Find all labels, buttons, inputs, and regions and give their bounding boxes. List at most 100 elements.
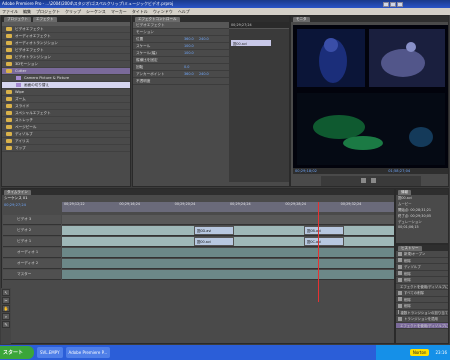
tree-item[interactable]: ズーム (2, 96, 130, 103)
info-panel: 情報 図00.avi ムービー 開始点: 00;28;31;21 終了点: 00;29… (395, 188, 449, 244)
effect-property-row[interactable]: 回転 0.0 (133, 64, 229, 71)
clock: 23:16 (435, 350, 447, 355)
tab-history[interactable]: ヒストリー (398, 246, 422, 251)
effect-property-label: 位置 (136, 36, 144, 41)
tree-item[interactable]: Camera Picture & Picture (2, 75, 130, 82)
track-lane[interactable] (62, 215, 394, 225)
tree-item[interactable]: 画面の切り替え (2, 82, 130, 89)
timeline-clip[interactable]: 図0B.avi (304, 226, 344, 235)
menu-edit[interactable]: 編集 (23, 9, 31, 15)
track-header[interactable]: オーディオ 1 (3, 248, 61, 258)
effect-property-row[interactable]: 縦横比を固定 (133, 57, 229, 64)
timeline-track: ビデオ 1 図00.avi 図0C.avi (3, 237, 394, 247)
effect-property-row[interactable]: アンカーポイント 360.0 240.0 (133, 71, 229, 78)
track-lane[interactable] (62, 248, 394, 258)
track-lane[interactable] (62, 259, 394, 269)
effect-property-row[interactable]: スケール 100.0 (133, 43, 229, 50)
effect-property-row[interactable]: スケール(幅) 100.0 (133, 50, 229, 57)
taskbar-app-premiere[interactable]: Adobe Premiere P... (65, 347, 111, 358)
tree-item-label: スペシャルエフェクト (15, 110, 51, 115)
history-step-icon (398, 264, 402, 269)
norton-icon[interactable]: Norton (409, 349, 430, 356)
hand-tool-icon[interactable]: ✋ (2, 305, 10, 312)
tree-item[interactable]: オーディオトランジション (2, 40, 130, 47)
tree-item[interactable]: マップ (2, 145, 130, 152)
tree-item[interactable]: ビデオトランジション (2, 54, 130, 61)
history-step-icon (398, 277, 402, 282)
tab-timeline[interactable]: タイムライン (4, 190, 31, 195)
tree-item[interactable]: ストレッチ (2, 117, 130, 124)
maximize-button[interactable] (390, 1, 396, 7)
menu-clip[interactable]: クリップ (65, 9, 81, 15)
tree-item-label: Cutter (15, 69, 27, 73)
timeline-clip[interactable]: 図0C.avi (304, 237, 344, 246)
menu-file[interactable]: ファイル (2, 9, 18, 15)
tree-item-label: オーディオトランジション (15, 40, 58, 45)
tree-item[interactable]: ページピール (2, 124, 130, 131)
effect-property-value[interactable]: 360.0 (184, 72, 199, 76)
menu-title[interactable]: タイトル (132, 9, 148, 15)
track-lane[interactable]: 図00.avi 図0C.avi (62, 237, 394, 247)
track-header[interactable]: ビデオ 3 (3, 215, 61, 225)
timeline-ruler[interactable]: 00;29;12;22 00;29;16;24 00;29;20;24 00;29;2… (62, 202, 394, 212)
history-item-label: トランジションを適用 (404, 317, 438, 322)
track-header[interactable]: オーディオ 2 (3, 259, 61, 269)
track-header[interactable]: ビデオ 1 (3, 237, 61, 247)
close-button[interactable] (397, 1, 403, 7)
tree-item[interactable]: Cutter (2, 68, 130, 75)
menu-help[interactable]: ヘルプ (178, 9, 190, 15)
tree-item[interactable]: ビデオエフェクト (2, 47, 130, 54)
effect-property-value-2[interactable]: 240.0 (199, 72, 214, 76)
effect-property-value[interactable]: 360.0 (184, 37, 199, 41)
timeline-clip[interactable]: 図0D.avi (194, 226, 234, 235)
minimize-button[interactable] (383, 1, 389, 7)
effect-property-row[interactable]: 不透明度 (133, 78, 229, 85)
effect-icon (16, 76, 21, 80)
tree-item[interactable]: 3Dモーション (2, 61, 130, 68)
razor-tool-icon[interactable]: ✂ (2, 297, 10, 304)
start-button[interactable]: スタート (0, 346, 34, 359)
effect-property-row[interactable]: 位置 360.0 240.0 (133, 36, 229, 43)
sequence-name[interactable]: シーケンス 01 (4, 196, 28, 201)
track-header[interactable]: ビデオ 2 (3, 226, 61, 236)
tree-item[interactable]: ビデオエフェクト (2, 26, 130, 33)
language-indicator[interactable]: SVL.EMPY (37, 347, 63, 358)
play-icon[interactable] (361, 178, 366, 183)
tab-monitor[interactable]: モニタ (293, 17, 310, 22)
tab-project[interactable]: プロジェクト (4, 17, 31, 22)
tree-item[interactable]: スライド (2, 103, 130, 110)
effect-property-row[interactable]: ビデオエフェクト (133, 22, 229, 29)
timeline-clip[interactable]: 図00.avi (194, 237, 234, 246)
pen-tool-icon[interactable]: ✎ (2, 321, 10, 328)
effect-property-value-2[interactable]: 240.0 (199, 37, 214, 41)
menu-sequence[interactable]: シーケンス (86, 9, 106, 15)
effect-property-label: モーション (136, 29, 154, 34)
menu-window[interactable]: ウィンドウ (153, 9, 173, 15)
track-lane[interactable]: 図0D.avi 図0B.avi (62, 226, 394, 236)
history-step-icon (398, 310, 399, 315)
history-item[interactable]: エフェクトを使用/ディゾルブに設定 (396, 322, 448, 329)
tree-item[interactable]: スペシャルエフェクト (2, 110, 130, 117)
effect-property-value[interactable]: 100.0 (184, 44, 199, 48)
effect-property-value[interactable]: 100.0 (184, 51, 199, 55)
track-header[interactable]: マスター (3, 270, 61, 280)
history-step-icon (398, 297, 402, 302)
effect-clip-bar[interactable]: 図00.avi (231, 40, 271, 46)
zoom-tool-icon[interactable]: ⌕ (2, 313, 10, 320)
current-time-indicator[interactable] (318, 202, 319, 302)
track-lane[interactable] (62, 270, 394, 280)
selection-tool-icon[interactable]: ↖ (2, 289, 10, 296)
tab-effects[interactable]: エフェクト (33, 17, 57, 22)
folder-icon (6, 48, 12, 52)
tree-item[interactable]: ディゾルブ (2, 131, 130, 138)
tree-item[interactable]: オーディオエフェクト (2, 33, 130, 40)
menu-marker[interactable]: マーカー (111, 9, 127, 15)
menu-project[interactable]: プロジェクト (36, 9, 60, 15)
tree-item[interactable]: アイリス (2, 138, 130, 145)
stop-icon[interactable] (371, 178, 376, 183)
effect-property-value[interactable]: 0.0 (184, 65, 199, 69)
effect-property-row[interactable]: モーション (133, 29, 229, 36)
tree-item[interactable]: Wipe (2, 89, 130, 96)
project-panel: プロジェクト エフェクト ビデオエフェクト オーディオエフェクト オーディオトランジ… (1, 15, 131, 187)
tree-item-label: ストレッチ (15, 117, 33, 122)
